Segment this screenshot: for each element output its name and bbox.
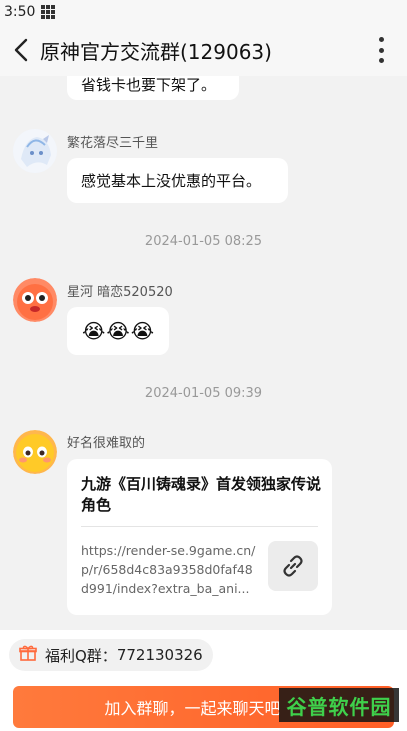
chat-message-list[interactable]: 省钱卡也要下架了。 繁花落尽三千里 感觉基本上没优惠的平台。 2024-01-0…	[0, 76, 407, 630]
bottom-bar: 福利Q群： 772130326 加入群聊，一起来聊天吧 谷普软件园	[0, 630, 407, 731]
join-group-label: 加入群聊，一起来聊天吧	[104, 699, 281, 718]
watermark-logo: 谷普软件园	[279, 688, 399, 722]
link-card[interactable]: 九游《百川铸魂录》首发领独家传说角色 https://render-se.9ga…	[67, 459, 332, 615]
sender-nickname: 繁花落尽三千里	[67, 136, 159, 151]
avatar[interactable]	[13, 129, 57, 173]
message-bubble: 省钱卡也要下架了。	[67, 76, 239, 100]
sender-nickname: 好名很难取的	[67, 436, 146, 451]
message-text: 省钱卡也要下架了。	[81, 76, 217, 94]
status-time: 3:50	[4, 4, 36, 20]
message-timestamp: 2024-01-05 09:39	[144, 386, 263, 401]
avatar[interactable]	[13, 278, 57, 322]
link-card-title: 九游《百川铸魂录》首发领独家传说角色	[81, 475, 322, 514]
link-icon[interactable]	[268, 541, 318, 591]
back-arrow-icon[interactable]	[10, 36, 34, 64]
more-options-icon[interactable]	[377, 37, 385, 63]
group-title: 原神官方交流群(129063)	[40, 40, 272, 64]
qq-group-chip[interactable]: 福利Q群： 772130326	[9, 639, 213, 671]
status-bar: 3:50	[0, 0, 407, 24]
qq-group-label: 福利Q群：	[45, 646, 117, 665]
message-bubble: 感觉基本上没优惠的平台。	[67, 158, 288, 203]
app-grid-icon	[41, 5, 56, 19]
avatar[interactable]	[13, 430, 57, 474]
crying-emoji-icon: 😭	[130, 319, 155, 343]
qq-group-number: 772130326	[116, 646, 203, 664]
header: 原神官方交流群(129063)	[0, 24, 407, 76]
message-text: 感觉基本上没优惠的平台。	[81, 172, 262, 190]
sender-nickname: 星河 暗恋520520	[67, 285, 173, 300]
crying-emoji-icon: 😭	[81, 319, 106, 343]
link-card-url: https://render-se.9game.cn/p/r/658d4c83a…	[81, 543, 256, 596]
gift-icon	[19, 644, 37, 666]
message-timestamp: 2024-01-05 08:25	[144, 234, 263, 249]
divider	[81, 526, 318, 527]
message-bubble: 😭 😭 😭	[67, 307, 169, 355]
crying-emoji-icon: 😭	[106, 319, 130, 343]
